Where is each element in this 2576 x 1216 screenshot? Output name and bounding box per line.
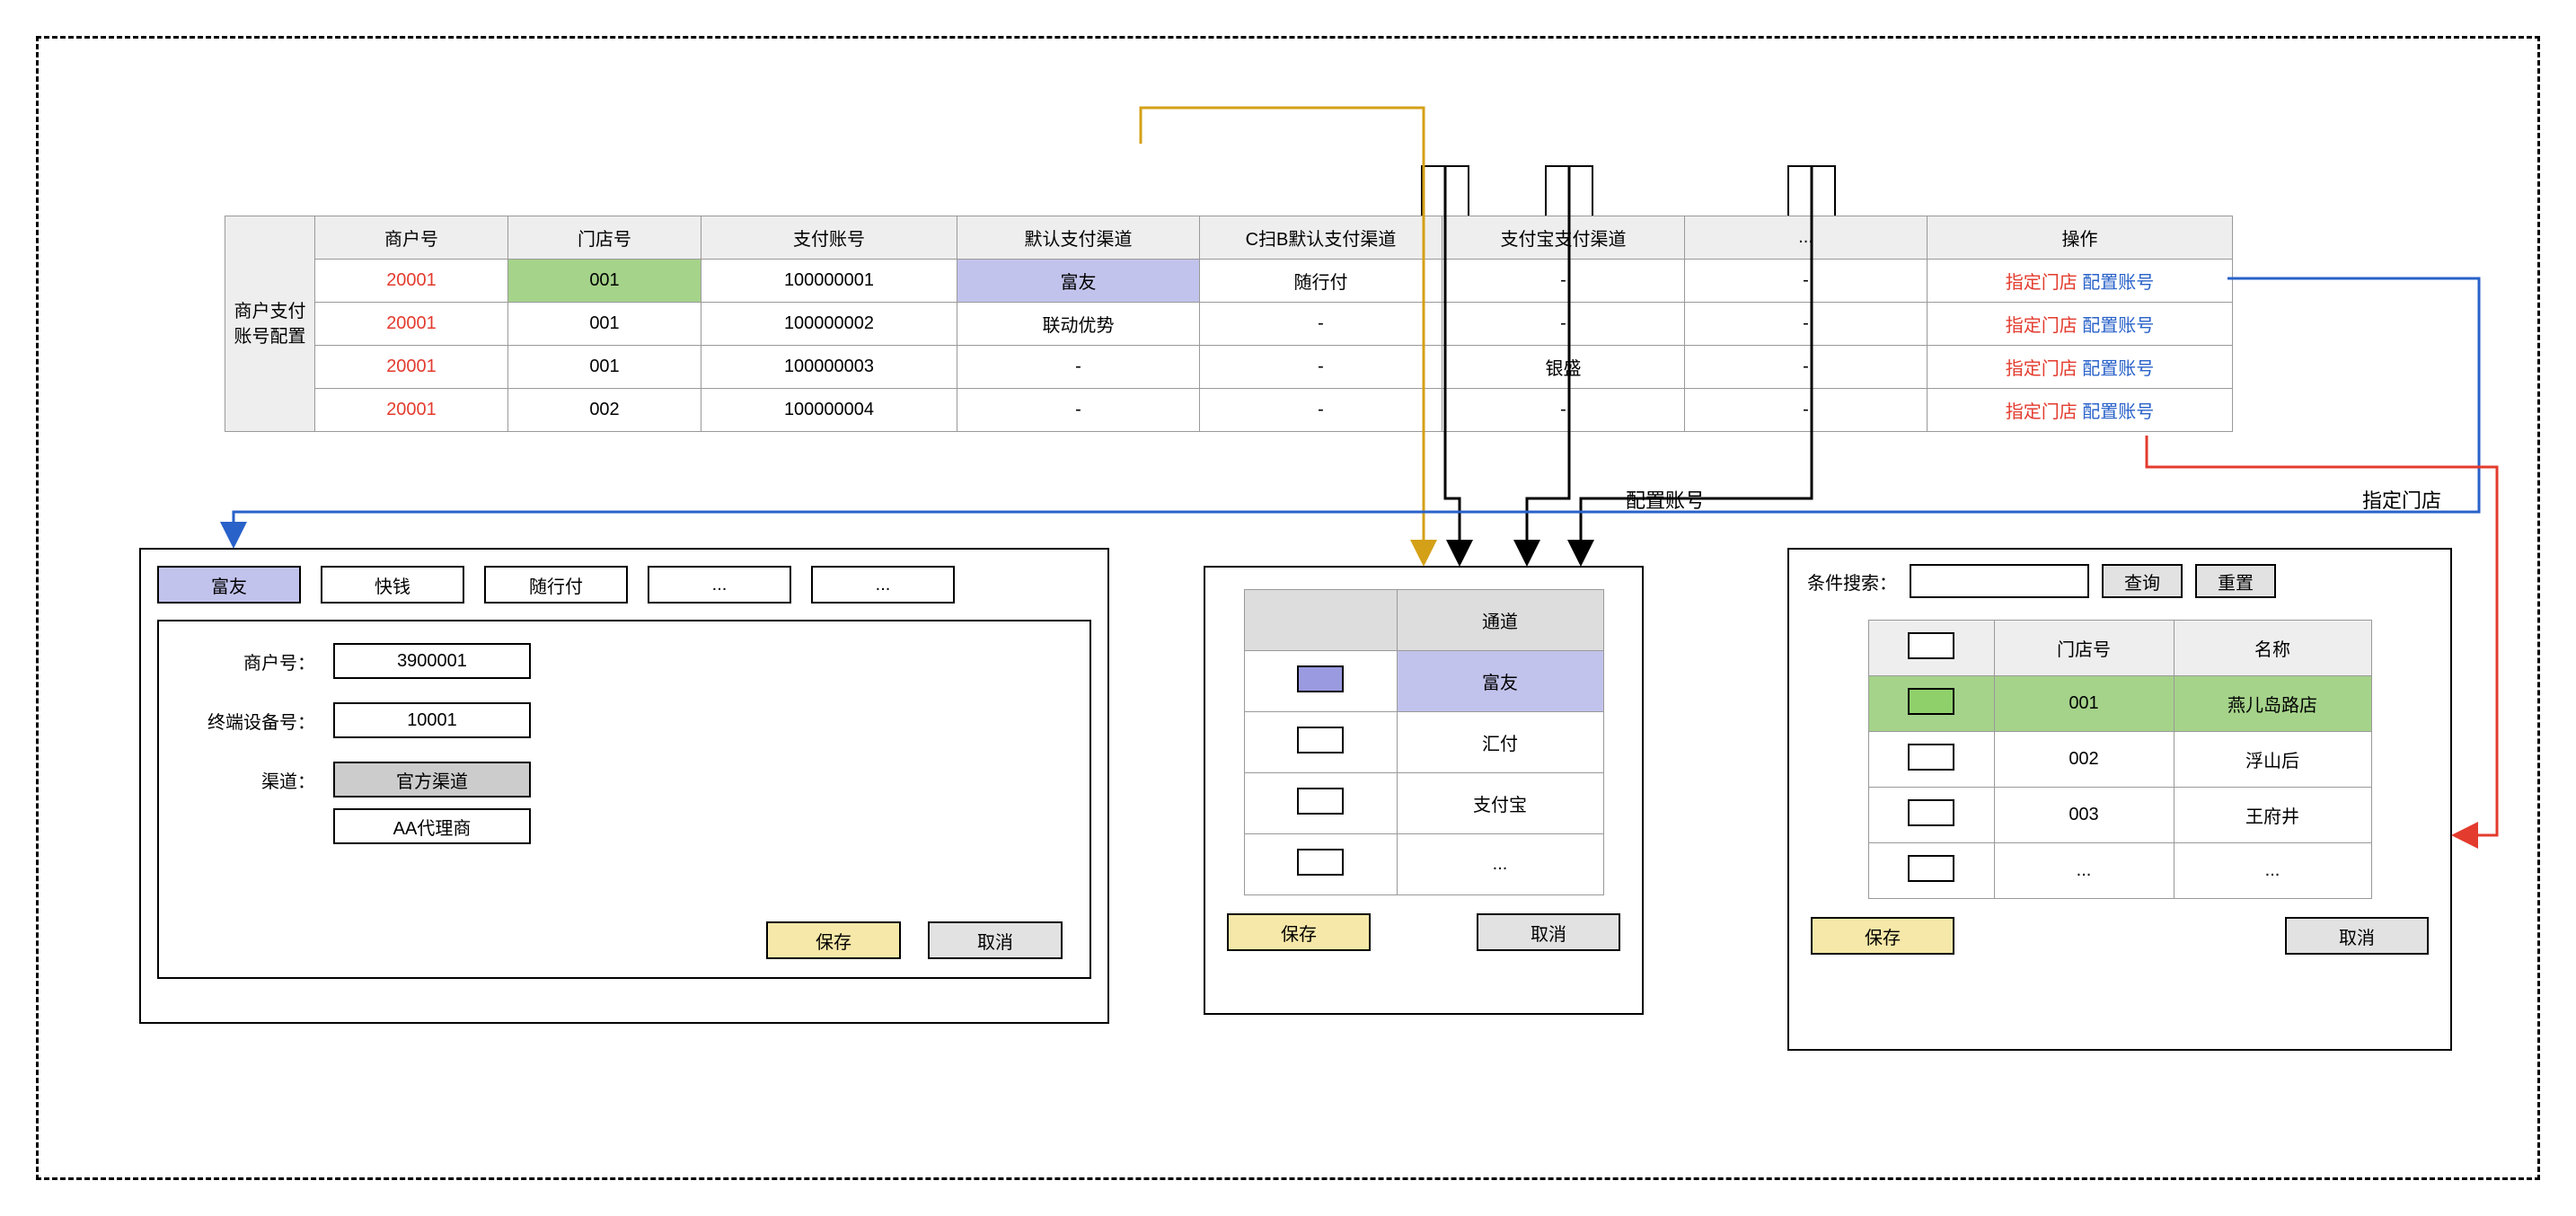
- table-row: 20001 002 100000004 - - - - 指定门店 配置账号: [225, 389, 2233, 432]
- checkbox-all[interactable]: [1908, 632, 1954, 659]
- checkbox[interactable]: [1297, 849, 1344, 876]
- th-merchant: 商户号: [315, 216, 508, 260]
- tab-suixingfu[interactable]: 随行付: [484, 566, 628, 604]
- mid-th-chan: 通道: [1397, 590, 1603, 651]
- tab-fuyou[interactable]: 富友: [157, 566, 301, 604]
- cancel-button[interactable]: 取消: [1477, 913, 1620, 951]
- assign-store-link[interactable]: 指定门店: [2006, 359, 2078, 379]
- th-ops: 操作: [1928, 216, 2233, 260]
- th-account: 支付账号: [701, 216, 957, 260]
- merchant-pay-config-table: 商户支付账号配置 商户号 门店号 支付账号 默认支付渠道 C扫B默认支付渠道 支…: [225, 216, 2233, 432]
- flow-label-assign: 指定门店: [2362, 485, 2441, 514]
- th-etc: ...: [1685, 216, 1928, 260]
- list-item: ...: [1244, 834, 1603, 895]
- checkbox[interactable]: [1908, 688, 1954, 715]
- merchant-label: 商户号：: [190, 648, 333, 674]
- table-row: 20001 001 100000003 - - 银盛 - 指定门店 配置账号: [225, 346, 2233, 389]
- checkbox[interactable]: [1297, 665, 1344, 692]
- rt-th-name: 名称: [2174, 621, 2371, 676]
- save-button[interactable]: 保存: [1227, 913, 1371, 951]
- rt-th-sel: [1868, 621, 1994, 676]
- th-cb: C扫B默认支付渠道: [1200, 216, 1442, 260]
- list-item: 支付宝: [1244, 773, 1603, 834]
- config-account-link[interactable]: 配置账号: [2082, 316, 2154, 336]
- th-ali: 支付宝支付渠道: [1442, 216, 1685, 260]
- query-button[interactable]: 查询: [2102, 564, 2183, 598]
- tab-more-1[interactable]: ...: [648, 566, 791, 604]
- table-row: 20001 001 100000002 联动优势 - - - 指定门店 配置账号: [225, 303, 2233, 346]
- flow-label-config: 配置账号: [1626, 485, 1705, 514]
- checkbox[interactable]: [1908, 799, 1954, 826]
- merchant-input[interactable]: 3900001: [333, 643, 531, 679]
- terminal-label: 终端设备号：: [190, 708, 333, 734]
- table-row: 20001 001 100000001 富友 随行付 - - 指定门店 配置账号: [225, 260, 2233, 303]
- th-store: 门店号: [508, 216, 701, 260]
- assign-store-link[interactable]: 指定门店: [2006, 273, 2078, 293]
- assign-store-link[interactable]: 指定门店: [2006, 316, 2078, 336]
- tab-more-2[interactable]: ...: [811, 566, 955, 604]
- config-account-link[interactable]: 配置账号: [2082, 273, 2154, 293]
- search-input[interactable]: [1910, 564, 2089, 598]
- rt-th-code: 门店号: [1994, 621, 2174, 676]
- list-item: 002浮山后: [1868, 732, 2371, 788]
- tab-kuaiqian[interactable]: 快钱: [321, 566, 464, 604]
- assign-store-panel: 条件搜索： 查询 重置 门店号 名称 001燕儿岛路店 002浮山后 003王府…: [1787, 548, 2452, 1051]
- rowhead: 商户支付账号配置: [225, 216, 315, 432]
- cancel-button[interactable]: 取消: [2285, 917, 2429, 955]
- form-box: 商户号： 3900001 终端设备号： 10001 渠道： 官方渠道 AA代理商…: [157, 620, 1091, 979]
- list-item: ......: [1868, 843, 2371, 899]
- list-item: 富友: [1244, 651, 1603, 712]
- config-account-panel: 富友 快钱 随行付 ... ... 商户号： 3900001 终端设备号： 10…: [139, 548, 1109, 1024]
- bracket-2: [1545, 165, 1593, 216]
- list-item: 003王府井: [1868, 788, 2371, 843]
- th-defchan: 默认支付渠道: [957, 216, 1200, 260]
- checkbox[interactable]: [1297, 727, 1344, 753]
- search-label: 条件搜索：: [1807, 568, 1897, 595]
- checkbox[interactable]: [1908, 855, 1954, 882]
- checkbox[interactable]: [1908, 744, 1954, 771]
- channel-select-panel: 通道 富友 汇付 支付宝 ... 保存 取消: [1204, 566, 1644, 1015]
- mid-th-sel: [1244, 590, 1397, 651]
- checkbox[interactable]: [1297, 788, 1344, 815]
- list-item: 汇付: [1244, 712, 1603, 773]
- cancel-button[interactable]: 取消: [928, 921, 1063, 959]
- channel-opt-aa[interactable]: AA代理商: [333, 808, 531, 844]
- bracket-1: [1421, 165, 1469, 216]
- reset-button[interactable]: 重置: [2195, 564, 2276, 598]
- config-account-link[interactable]: 配置账号: [2082, 402, 2154, 422]
- list-item: 001燕儿岛路店: [1868, 676, 2371, 732]
- save-button[interactable]: 保存: [766, 921, 901, 959]
- save-button[interactable]: 保存: [1811, 917, 1954, 955]
- bracket-3: [1787, 165, 1836, 216]
- config-account-link[interactable]: 配置账号: [2082, 359, 2154, 379]
- channel-opt-official[interactable]: 官方渠道: [333, 762, 531, 797]
- assign-store-link[interactable]: 指定门店: [2006, 402, 2078, 422]
- terminal-input[interactable]: 10001: [333, 702, 531, 738]
- channel-label: 渠道：: [190, 767, 333, 793]
